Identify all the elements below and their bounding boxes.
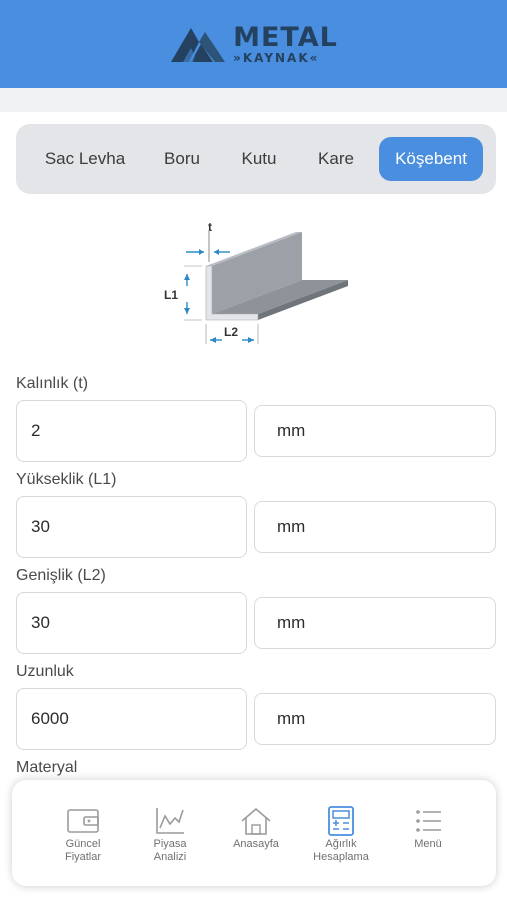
nav-label-market-2: Analizi xyxy=(153,851,187,863)
diagram-label-l2: L2 xyxy=(224,325,238,339)
brand-logo[interactable]: METAL »KAYNAK« xyxy=(169,24,338,64)
brand-subname: »KAYNAK« xyxy=(233,51,320,65)
nav-item-weight-calc[interactable]: Ağırlık Hesaplama xyxy=(302,780,380,886)
nav-item-market[interactable]: Piyasa Analizi xyxy=(138,780,202,886)
nav-label-menu: Menü xyxy=(414,838,442,850)
calculator-icon xyxy=(328,806,354,836)
tab-boru[interactable]: Boru xyxy=(152,137,212,181)
tab-kosebent[interactable]: Köşebent xyxy=(379,137,483,181)
brand-name: METAL xyxy=(233,22,338,53)
nav-item-home[interactable]: Anasayfa xyxy=(222,780,290,886)
tab-kare[interactable]: Kare xyxy=(306,137,366,181)
nav-label-prices-2: Fiyatlar xyxy=(64,851,102,863)
length-input[interactable]: 6000 xyxy=(16,688,247,750)
material-label: Materyal xyxy=(16,759,78,776)
header-gap xyxy=(0,88,507,112)
thickness-unit-select[interactable]: mm xyxy=(254,405,496,457)
diagram-label-t: t xyxy=(208,222,212,234)
nav-item-prices[interactable]: Güncel Fiyatlar xyxy=(50,780,116,886)
home-icon xyxy=(241,807,271,835)
nav-label-weight-1: Ağırlık xyxy=(325,838,357,850)
nav-label-weight-2: Hesaplama xyxy=(313,851,369,863)
angle-profile-icon: t L1 L2 xyxy=(164,222,348,344)
app-header: METAL »KAYNAK« xyxy=(0,0,507,88)
logo-mark-icon xyxy=(171,28,226,62)
height-unit-select[interactable]: mm xyxy=(254,501,496,553)
thickness-input[interactable]: 2 xyxy=(16,400,247,462)
nav-label-prices-1: Güncel xyxy=(65,838,101,850)
chart-icon xyxy=(156,808,184,834)
menu-icon xyxy=(416,810,441,832)
length-label: Uzunluk xyxy=(16,663,74,680)
width-label: Genişlik (L2) xyxy=(16,567,106,584)
thickness-label: Kalınlık (t) xyxy=(16,375,89,392)
bottom-nav: Güncel Fiyatlar Piyasa Analizi Anasayfa xyxy=(12,780,496,886)
length-unit-select[interactable]: mm xyxy=(254,693,496,745)
diagram-label-l1: L1 xyxy=(164,288,178,302)
height-input[interactable]: 30 xyxy=(16,496,247,558)
height-label: Yükseklik (L1) xyxy=(16,471,117,488)
nav-label-market-1: Piyasa xyxy=(153,838,187,850)
nav-label-home: Anasayfa xyxy=(233,838,279,850)
tab-sac-levha[interactable]: Sac Levha xyxy=(30,137,140,181)
width-unit-select[interactable]: mm xyxy=(254,597,496,649)
profile-tab-bar: Sac Levha Boru Kutu Kare Köşebent xyxy=(16,124,496,194)
wallet-icon xyxy=(67,809,99,833)
nav-item-menu[interactable]: Menü xyxy=(396,780,460,886)
tab-kutu[interactable]: Kutu xyxy=(226,137,292,181)
width-input[interactable]: 30 xyxy=(16,592,247,654)
